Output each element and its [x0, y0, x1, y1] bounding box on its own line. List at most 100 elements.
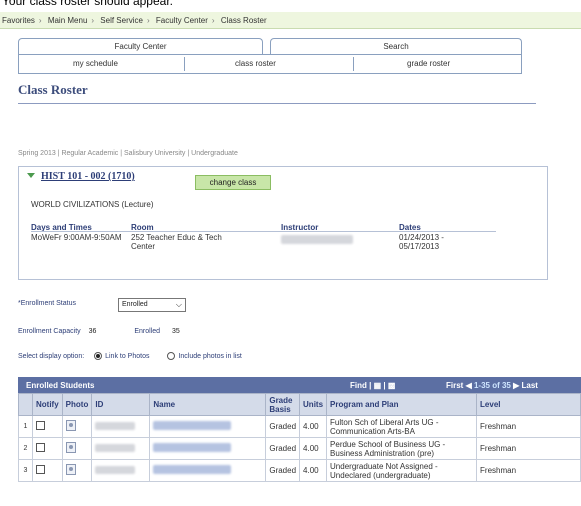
- student-name-redacted[interactable]: [153, 443, 232, 452]
- radio-include-photos[interactable]: [167, 352, 176, 360]
- breadcrumb: Favorites › Main Menu › Self Service › Facu…: [0, 12, 581, 29]
- display-option-label: Select display option:: [18, 352, 85, 360]
- capacity-value: 36: [88, 328, 97, 335]
- notify-cell: [32, 459, 63, 482]
- option-link-photos-label: Link to Photos: [105, 352, 150, 360]
- grid-header-bar: Enrolled Students Find | ▦ | ▩ First ◀ 1…: [18, 377, 581, 393]
- enrolled-label: Enrolled: [134, 328, 161, 335]
- col-notify[interactable]: Notify: [32, 393, 63, 416]
- table-header-row: Notify Photo ID Name Grade Basis Units P…: [18, 393, 581, 416]
- download-icon[interactable]: ▩: [388, 381, 396, 390]
- id-cell: [91, 437, 151, 460]
- level-cell: Freshman: [476, 437, 581, 460]
- table-row: 2 Graded 4.00 Perdue School of Business …: [18, 437, 581, 460]
- breadcrumb-faculty-center[interactable]: Faculty Center: [156, 16, 208, 25]
- photo-icon[interactable]: [65, 420, 76, 431]
- photo-cell: [61, 437, 93, 460]
- name-cell: [149, 459, 267, 482]
- breadcrumb-favorites[interactable]: Favorites: [2, 16, 35, 25]
- photo-icon[interactable]: [65, 442, 76, 453]
- student-id-redacted: [95, 443, 136, 452]
- option-link-photos[interactable]: Link to Photos: [94, 352, 150, 360]
- notify-checkbox[interactable]: [36, 465, 45, 474]
- col-program-plan[interactable]: Program and Plan: [326, 393, 478, 416]
- tab-search[interactable]: Search: [270, 38, 522, 54]
- option-include-photos[interactable]: Include photos in list: [167, 352, 242, 360]
- capacity-label: Enrollment Capacity: [18, 328, 81, 335]
- option-include-photos-label: Include photos in list: [178, 352, 242, 360]
- notify-checkbox[interactable]: [36, 443, 45, 452]
- col-rownum: [18, 393, 33, 416]
- document-caption: Your class roster should appear.: [2, 0, 173, 8]
- course-title-link[interactable]: HIST 101 - 002 (1710): [41, 171, 135, 182]
- grid-title: Enrolled Students: [26, 381, 95, 390]
- units-cell: 4.00: [299, 459, 328, 482]
- col-units[interactable]: Units: [299, 393, 328, 416]
- enrollment-status-select[interactable]: Enrolled ⌵: [118, 298, 186, 312]
- col-grade-basis[interactable]: Grade Basis: [265, 393, 301, 416]
- program-plan-cell: Fulton Sch of Liberal Arts UG - Communic…: [326, 415, 478, 438]
- grade-basis-cell: Graded: [265, 459, 301, 482]
- program-plan-cell: Undergraduate Not Assigned - Undeclared …: [326, 459, 478, 482]
- enrolled-value: 35: [171, 328, 180, 335]
- instructor-redacted: [281, 235, 353, 244]
- dates-value: 01/24/2013 - 05/17/2013: [399, 233, 444, 251]
- name-cell: [149, 415, 267, 438]
- next-arrow-icon[interactable]: ▶: [513, 381, 519, 390]
- last-link[interactable]: Last: [522, 381, 538, 390]
- units-cell: 4.00: [299, 437, 328, 460]
- enrolled-students-table: Notify Photo ID Name Grade Basis Units P…: [18, 393, 581, 482]
- photo-cell: [61, 415, 93, 438]
- subtab-my-schedule[interactable]: my schedule: [73, 59, 118, 68]
- program-plan-cell: Perdue School of Business UG - Business …: [326, 437, 478, 460]
- breadcrumb-main-menu[interactable]: Main Menu: [48, 16, 88, 25]
- level-cell: Freshman: [476, 459, 581, 482]
- enrollment-status-label: *Enrollment Status: [18, 300, 76, 307]
- grid-pagination: First ◀ 1-35 of 35 ▶ Last: [446, 381, 538, 390]
- subtab-grade-roster[interactable]: grade roster: [407, 59, 450, 68]
- student-name-redacted[interactable]: [153, 465, 232, 474]
- table-row: 3 Graded 4.00 Undergraduate Not Assigned…: [18, 459, 581, 482]
- row-number: 1: [18, 415, 33, 438]
- photo-icon[interactable]: [65, 464, 76, 475]
- name-cell: [149, 437, 267, 460]
- notify-cell: [32, 415, 63, 438]
- student-name-redacted[interactable]: [153, 421, 232, 430]
- col-id[interactable]: ID: [91, 393, 151, 416]
- main-tabs: Faculty Center Search: [18, 38, 522, 54]
- notify-checkbox[interactable]: [36, 421, 45, 430]
- grade-basis-cell: Graded: [265, 415, 301, 438]
- row-number: 3: [18, 459, 33, 482]
- radio-link-photos[interactable]: [94, 352, 103, 360]
- col-level[interactable]: Level: [476, 393, 581, 416]
- student-id-redacted: [95, 421, 136, 430]
- col-name[interactable]: Name: [149, 393, 267, 416]
- collapse-chevron-icon[interactable]: [27, 173, 35, 178]
- notify-cell: [32, 437, 63, 460]
- first-link[interactable]: First: [446, 381, 463, 390]
- term-info: Spring 2013 | Regular Academic | Salisbu…: [18, 150, 238, 157]
- change-class-button[interactable]: change class: [195, 175, 271, 190]
- dropdown-arrow-icon: ⌵: [175, 300, 182, 309]
- find-link[interactable]: Find | ▦ | ▩: [350, 381, 395, 390]
- find-label: Find |: [350, 381, 372, 390]
- tab-faculty-center[interactable]: Faculty Center: [18, 38, 263, 54]
- student-id-redacted: [95, 465, 136, 474]
- breadcrumb-separator: ›: [91, 16, 95, 25]
- units-cell: 4.00: [299, 415, 328, 438]
- breadcrumb-separator: ›: [211, 16, 215, 25]
- level-cell: Freshman: [476, 415, 581, 438]
- subtab-class-roster[interactable]: class roster: [235, 59, 276, 68]
- course-table-divider: [31, 231, 496, 232]
- prev-arrow-icon[interactable]: ◀: [466, 381, 472, 390]
- subtab-divider: [353, 57, 354, 71]
- view-all-icon[interactable]: ▦: [374, 381, 382, 390]
- room-value: 252 Teacher Educ & Tech Center: [131, 233, 222, 251]
- breadcrumb-separator: ›: [146, 16, 150, 25]
- table-row: 1 Graded 4.00 Fulton Sch of Liberal Arts…: [18, 415, 581, 438]
- breadcrumb-self-service[interactable]: Self Service: [100, 16, 143, 25]
- range-text: 1-35 of 35: [473, 381, 511, 390]
- subtab-divider: [184, 57, 185, 71]
- page-title: Class Roster: [18, 82, 88, 97]
- sub-tabs: my schedule class roster grade roster: [18, 54, 522, 74]
